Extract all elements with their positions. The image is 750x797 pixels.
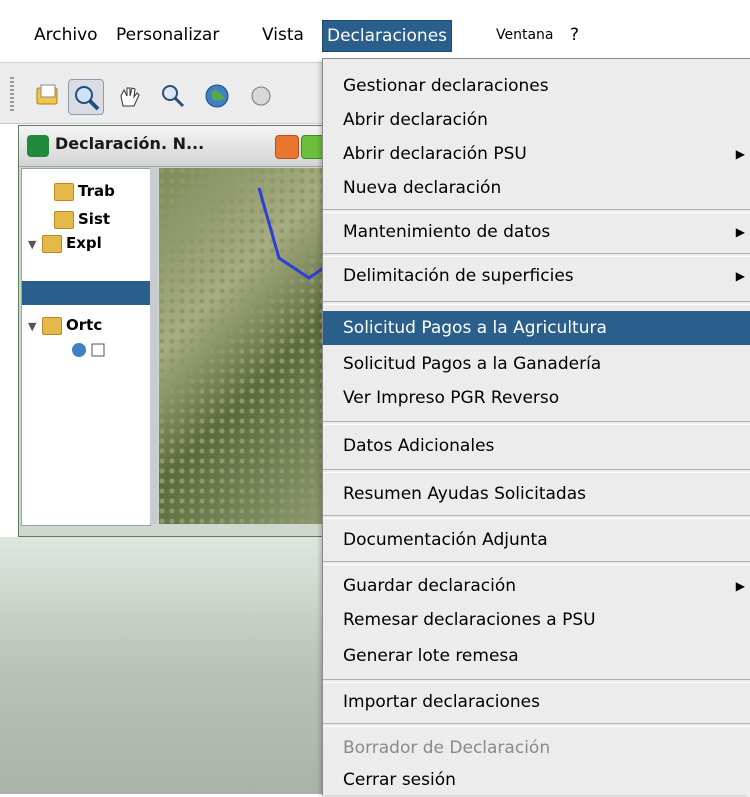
folder-icon (42, 316, 62, 335)
submenu-arrow-icon: ▶ (735, 579, 745, 593)
split-pane-divider[interactable] (150, 168, 158, 524)
menu-item-solicitud-pagos-ganaderia[interactable]: Solicitud Pagos a la Ganadería (323, 347, 750, 381)
tree-node[interactable]: ▼ Ortc (28, 313, 102, 337)
menu-bar: Archivo Personalizar Vista Declaraciones… (0, 0, 750, 60)
menu-item-mantenimiento-datos[interactable]: Mantenimiento de datos ▶ (323, 215, 750, 249)
menu-separator (323, 301, 750, 305)
menu-personalizar[interactable]: Personalizar (112, 20, 223, 50)
menu-item-nueva-declaracion[interactable]: Nueva declaración (323, 171, 750, 205)
tree-node[interactable] (70, 341, 110, 365)
declaration-window: Declaración. N... Trab Sist ▼ Expl ▼ Ortc (18, 125, 332, 537)
pan-hand-icon[interactable] (112, 79, 146, 113)
menu-separator (323, 209, 750, 213)
tree-node[interactable]: Trab (54, 179, 115, 203)
menu-item-gestionar-declaraciones[interactable]: Gestionar declaraciones (323, 69, 750, 103)
minimize-button[interactable] (275, 135, 299, 159)
submenu-arrow-icon: ▶ (735, 269, 745, 283)
menu-item-resumen-ayudas[interactable]: Resumen Ayudas Solicitadas (323, 477, 750, 511)
menu-help[interactable]: ? (566, 20, 583, 50)
zoom-area-icon[interactable] (156, 79, 190, 113)
expand-arrow-icon[interactable]: ▼ (28, 315, 42, 337)
toolbar (0, 62, 330, 124)
folder-icon (54, 182, 74, 201)
folder-icon (42, 234, 62, 253)
map-view[interactable] (159, 168, 331, 524)
globe-icon[interactable] (200, 79, 234, 113)
menu-separator (323, 515, 750, 519)
menu-item-borrador-declaracion: Borrador de Declaración (343, 738, 551, 758)
menu-separator (323, 421, 750, 425)
menu-item-datos-adicionales[interactable]: Datos Adicionales (323, 429, 750, 463)
open-file-icon[interactable] (30, 79, 64, 113)
menu-separator (323, 253, 750, 257)
menu-item-generar-lote-remesa[interactable]: Generar lote remesa (323, 639, 750, 673)
menu-separator (323, 723, 750, 727)
menu-separator (323, 469, 750, 473)
toolbar-grip[interactable] (10, 77, 14, 111)
menu-item-ver-impreso-pgr[interactable]: Ver Impreso PGR Reverso (323, 381, 750, 415)
menu-item-solicitud-pagos-agricultura[interactable]: Solicitud Pagos a la Agricultura (323, 311, 750, 345)
desktop-background (0, 537, 330, 794)
declaraciones-menu: Gestionar declaraciones Abrir declaració… (322, 58, 750, 795)
window-title-bar[interactable]: Declaración. N... (19, 126, 331, 167)
menu-item-cerrar-sesion[interactable]: Cerrar sesión (323, 763, 750, 797)
submenu-arrow-icon: ▶ (735, 225, 745, 239)
menu-item-guardar-declaracion[interactable]: Guardar declaración ▶ (323, 569, 750, 603)
menu-item-remesar-declaraciones[interactable]: Remesar declaraciones a PSU (323, 603, 750, 637)
zoom-icon[interactable] (68, 79, 104, 115)
layer-tree: Trab Sist ▼ Expl ▼ Ortc (21, 168, 151, 526)
menu-item-abrir-declaracion[interactable]: Abrir declaración (323, 103, 750, 137)
menu-item-importar-declaraciones[interactable]: Importar declaraciones (323, 685, 750, 719)
folder-icon (54, 210, 74, 229)
menu-declaraciones[interactable]: Declaraciones (322, 20, 453, 52)
menu-item-delimitacion-superficies[interactable]: Delimitación de superficies ▶ (323, 259, 750, 293)
menu-item-documentacion-adjunta[interactable]: Documentación Adjunta (323, 523, 750, 557)
globe-layer-icon (72, 343, 105, 357)
menu-separator (323, 679, 750, 683)
menu-archivo[interactable]: Archivo (30, 20, 102, 50)
menu-separator (323, 561, 750, 565)
tree-selected-row[interactable] (22, 281, 150, 305)
expand-arrow-icon[interactable]: ▼ (28, 233, 42, 255)
parcel-outline (257, 187, 331, 280)
tree-node[interactable]: ▼ Expl (28, 231, 102, 255)
menu-vista[interactable]: Vista (258, 20, 308, 50)
menu-ventana[interactable]: Ventana (492, 20, 558, 50)
menu-item-abrir-declaracion-psu[interactable]: Abrir declaración PSU ▶ (323, 137, 750, 171)
window-title: Declaración. N... (55, 134, 205, 153)
tree-node[interactable]: Sist (54, 207, 110, 231)
tool-partial-icon[interactable] (244, 79, 278, 113)
submenu-arrow-icon: ▶ (735, 147, 745, 161)
app-logo-icon (27, 135, 49, 157)
